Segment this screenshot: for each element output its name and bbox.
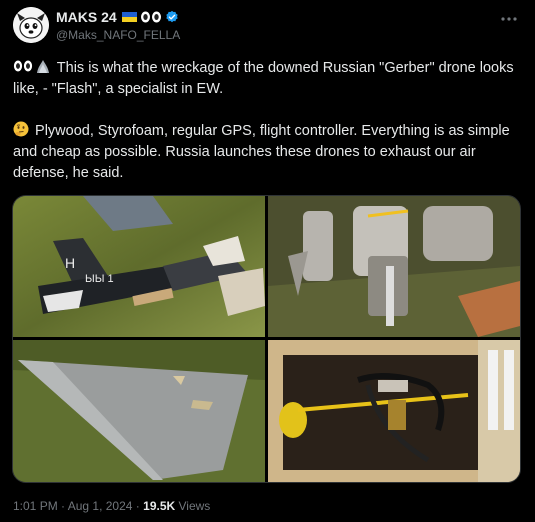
tweet-text-1: This is what the wreckage of the downed …	[13, 60, 514, 97]
explosion-emoji-icon	[37, 60, 49, 73]
meta-separator: ·	[61, 499, 66, 513]
drone-marking: Н	[65, 255, 75, 271]
verified-badge-icon[interactable]	[165, 10, 179, 24]
avatar[interactable]	[13, 7, 49, 43]
views-label: Views	[178, 499, 211, 513]
views-count: 19.5K	[143, 499, 176, 513]
meta-separator: ·	[135, 499, 140, 513]
avatar-image	[13, 7, 49, 43]
eyes-emoji-icon	[140, 11, 161, 23]
tweet-metadata: 1:01 PM · Aug 1, 2024 · 19.5K Views	[13, 499, 210, 513]
thinking-face-icon	[13, 121, 29, 137]
tweet-time[interactable]: 1:01 PM	[13, 499, 58, 513]
tweet-paragraph-2: Plywood, Styrofoam, regular GPS, flight …	[13, 121, 523, 184]
author-handle[interactable]: @Maks_NAFO_FELLA	[56, 28, 180, 42]
media-grid[interactable]: Н ЫЫ 1	[12, 195, 521, 483]
tweet-paragraph-1: This is what the wreckage of the downed …	[13, 58, 523, 100]
eyes-emoji-icon	[13, 60, 33, 72]
ukraine-flag-icon	[121, 12, 137, 22]
photo-drone-wing[interactable]	[13, 340, 265, 482]
drone-label: ЫЫ 1	[85, 273, 114, 285]
tweet-date[interactable]: Aug 1, 2024	[68, 499, 133, 513]
tweet: MAKS 24 @Maks_NAFO_FELLA This is what th…	[0, 0, 535, 522]
photo-drone-fuselage[interactable]: Н ЫЫ 1	[13, 196, 265, 337]
photo-drone-interior[interactable]	[268, 340, 520, 482]
more-options-icon[interactable]	[501, 8, 517, 26]
tweet-text-2: Plywood, Styrofoam, regular GPS, flight …	[13, 123, 510, 181]
photo-drone-engine[interactable]	[268, 196, 520, 337]
author-display-name[interactable]: MAKS 24	[56, 9, 117, 25]
author-name-row[interactable]: MAKS 24	[56, 9, 179, 25]
